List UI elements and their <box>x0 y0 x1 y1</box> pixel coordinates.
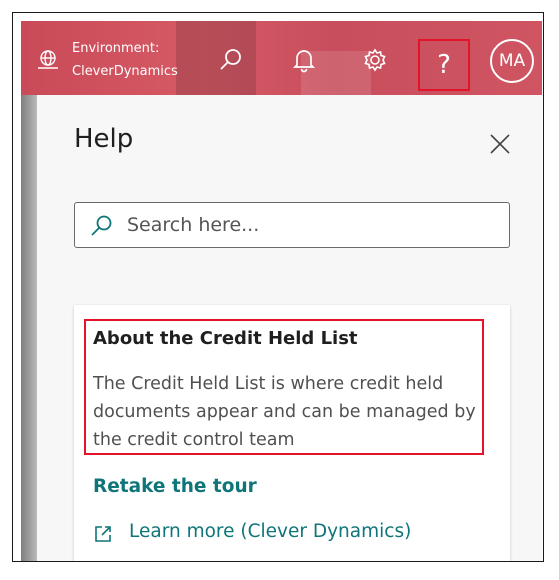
question-mark-icon: ? <box>437 50 451 80</box>
help-pane-title: Help <box>74 124 134 154</box>
environment-label: Environment: <box>72 41 160 56</box>
bell-icon <box>292 50 316 73</box>
learn-more-link[interactable]: Learn more (Clever Dynamics) <box>129 521 411 542</box>
top-header-bar: Environment: CleverDynamics ? MA <box>21 21 542 95</box>
help-pane: Help About the Credit Held List The Cred… <box>37 95 542 561</box>
help-button[interactable]: ? <box>418 39 470 91</box>
help-topic-description: The Credit Held List is where credit hel… <box>93 374 476 450</box>
notifications-button[interactable] <box>285 41 323 79</box>
help-search-box[interactable] <box>74 202 510 248</box>
help-search-input[interactable] <box>127 212 497 238</box>
background-page-edge <box>21 95 37 561</box>
settings-button[interactable] <box>356 41 394 79</box>
search-icon <box>220 49 241 70</box>
user-avatar[interactable]: MA <box>490 39 534 83</box>
close-icon[interactable] <box>489 133 511 155</box>
environment-name[interactable]: CleverDynamics <box>72 64 178 80</box>
gear-icon <box>364 48 386 72</box>
help-topic-card: About the Credit Held List The Credit He… <box>74 305 510 561</box>
external-link-icon <box>95 526 111 542</box>
search-button[interactable] <box>211 41 249 79</box>
screenshot-frame: Environment: CleverDynamics ? MA Help Se… <box>12 12 544 562</box>
retake-tour-link[interactable]: Retake the tour <box>93 476 257 497</box>
help-topic-title: About the Credit Held List <box>93 328 358 349</box>
search-icon <box>91 215 112 236</box>
globe-icon <box>38 50 58 69</box>
